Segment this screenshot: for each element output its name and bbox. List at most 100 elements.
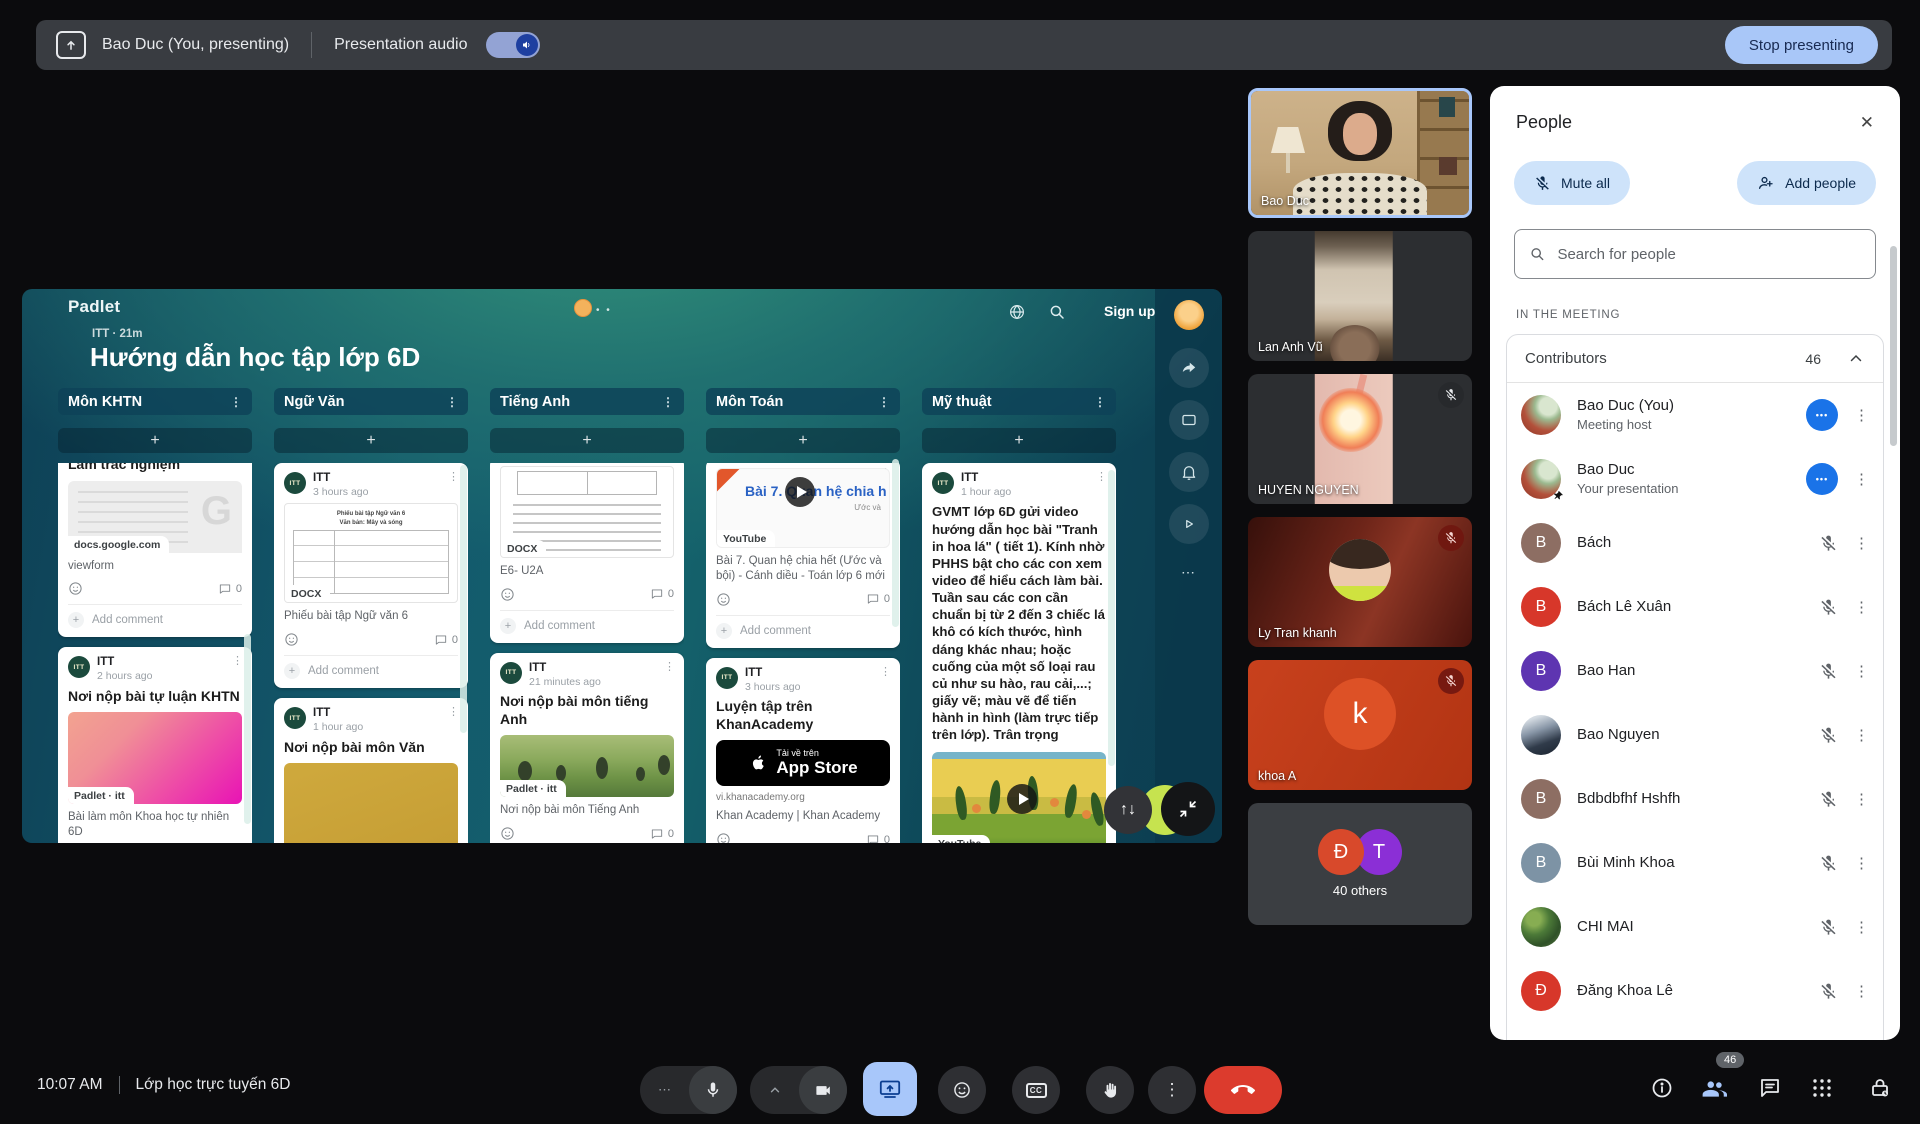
camera-control[interactable]: [750, 1066, 847, 1114]
audio-indicator-button[interactable]: •••: [1806, 399, 1838, 431]
video-tile-bao-duc[interactable]: Bao Duc: [1248, 88, 1472, 218]
add-post-bar[interactable]: +: [706, 428, 900, 453]
mic-control[interactable]: ⋯: [640, 1066, 737, 1114]
post-image[interactable]: [284, 763, 458, 843]
card-menu-icon[interactable]: ⋮: [664, 660, 675, 673]
activities-button[interactable]: [1810, 1076, 1834, 1100]
scroll-presentation-button[interactable]: ↑↓: [1104, 786, 1152, 834]
more-options-icon[interactable]: ⋮: [1854, 470, 1869, 488]
padlet-avatar[interactable]: [1174, 300, 1204, 330]
captions-button[interactable]: CC: [1012, 1066, 1060, 1114]
share-icon[interactable]: [1169, 348, 1209, 388]
participant-row[interactable]: Bao Duc (You)Meeting host •••⋮: [1507, 383, 1883, 447]
column-header[interactable]: Môn KHTN ⋮: [58, 388, 252, 415]
document-preview[interactable]: Phiếu bài tập Ngữ văn 6Văn bản: Mây và s…: [284, 503, 458, 603]
board-icon[interactable]: [1169, 400, 1209, 440]
column-scrollbar[interactable]: [460, 465, 467, 733]
play-button[interactable]: [785, 477, 815, 507]
signup-button[interactable]: Sign up: [1104, 303, 1155, 319]
search-box[interactable]: [1514, 229, 1876, 279]
present-button-active[interactable]: [863, 1062, 917, 1116]
document-preview[interactable]: DOCX: [500, 466, 674, 558]
post-card[interactable]: ⋮ ITT ITT3 hours ago Phiếu bài tập Ngữ v…: [274, 463, 468, 688]
add-post-bar[interactable]: +: [58, 428, 252, 453]
add-post-bar[interactable]: +: [274, 428, 468, 453]
card-menu-icon[interactable]: ⋮: [448, 470, 459, 483]
post-card[interactable]: ⋮ ITT ITT1 hour ago Nơi nộp bài môn Văn: [274, 698, 468, 843]
overflow-participants-tile[interactable]: Đ T 40 others: [1248, 803, 1472, 925]
reaction-smiley-icon[interactable]: [716, 592, 731, 607]
video-tile-huyen-nguyen[interactable]: HUYEN NGUYEN: [1248, 374, 1472, 504]
play-button[interactable]: [1007, 784, 1037, 814]
column-menu-icon[interactable]: ⋮: [446, 395, 458, 409]
mic-icon[interactable]: [689, 1066, 737, 1114]
more-options-button[interactable]: ⋮: [1148, 1066, 1196, 1114]
participant-row[interactable]: B Bách Lê Xuân ⋮: [1507, 575, 1883, 639]
add-comment-field[interactable]: +Add comment: [68, 604, 242, 628]
audio-indicator-button[interactable]: •••: [1806, 463, 1838, 495]
more-options-icon[interactable]: ⋯: [1181, 564, 1196, 581]
mic-options-icon[interactable]: ⋯: [640, 1066, 689, 1114]
column-header[interactable]: Môn Toán ⋮: [706, 388, 900, 415]
column-header[interactable]: Tiếng Anh ⋮: [490, 388, 684, 415]
more-options-icon[interactable]: ⋮: [1854, 598, 1869, 616]
card-menu-icon[interactable]: ⋮: [232, 654, 243, 667]
video-preview[interactable]: YouTube: [932, 752, 1106, 843]
post-card[interactable]: Làm trắc nghiệm G docs.google.com viewfo…: [58, 463, 252, 637]
participant-row[interactable]: B Bdbdbfhf Hshfh ⋮: [1507, 767, 1883, 831]
slideshow-icon[interactable]: [1169, 504, 1209, 544]
reaction-smiley-icon[interactable]: [716, 832, 731, 843]
reaction-smiley-icon[interactable]: [68, 581, 83, 596]
participant-row[interactable]: Đ Đăng Khoa Lê ⋮: [1507, 959, 1883, 1023]
reaction-smiley-icon[interactable]: [500, 587, 515, 602]
participant-row[interactable]: B Bao Han ⋮: [1507, 639, 1883, 703]
video-tile-ly-tran-khanh[interactable]: Ly Tran khanh: [1248, 517, 1472, 647]
participant-row[interactable]: CHI MAI ⋮: [1507, 895, 1883, 959]
stop-presenting-button[interactable]: Stop presenting: [1725, 26, 1878, 64]
column-header[interactable]: Ngữ Văn ⋮: [274, 388, 468, 415]
participant-row[interactable]: B Bùi Minh Khoa ⋮: [1507, 831, 1883, 895]
column-scrollbar[interactable]: [892, 459, 899, 627]
video-preview[interactable]: Bài 7. Quan hệ chia h Ước và YouTube: [716, 468, 890, 548]
more-options-icon[interactable]: ⋮: [1854, 790, 1869, 808]
reaction-smiley-icon[interactable]: [500, 826, 515, 841]
bell-icon[interactable]: [1169, 452, 1209, 492]
more-options-icon[interactable]: ⋮: [1854, 406, 1869, 424]
column-menu-icon[interactable]: ⋮: [878, 395, 890, 409]
post-card[interactable]: ⋮ ITT ITT1 hour ago GVMT lớp 6D gửi vide…: [922, 463, 1116, 843]
camera-options-chevron-icon[interactable]: [750, 1066, 799, 1114]
column-scrollbar[interactable]: [1108, 470, 1115, 766]
add-comment-field[interactable]: +Add comment: [284, 655, 458, 679]
reactions-button[interactable]: [938, 1066, 986, 1114]
video-tile-lan-anh-vu[interactable]: Lan Anh Vũ: [1248, 231, 1472, 361]
column-menu-icon[interactable]: ⋮: [230, 395, 242, 409]
leave-call-button[interactable]: [1204, 1066, 1282, 1114]
host-controls-button[interactable]: [1868, 1076, 1892, 1100]
chat-button[interactable]: [1758, 1076, 1782, 1100]
meeting-details-button[interactable]: [1650, 1076, 1674, 1100]
add-post-bar[interactable]: +: [922, 428, 1116, 453]
participant-row[interactable]: B Bách ⋮: [1507, 511, 1883, 575]
exit-fullscreen-button[interactable]: [1161, 782, 1215, 836]
column-scrollbar[interactable]: [244, 634, 251, 824]
post-card[interactable]: ⋮ ITT ITT21 minutes ago Nơi nộp bài môn …: [490, 653, 684, 843]
globe-icon[interactable]: [1008, 303, 1026, 321]
panel-scrollbar[interactable]: [1890, 246, 1897, 446]
more-options-icon[interactable]: ⋮: [1854, 982, 1869, 1000]
more-options-icon[interactable]: ⋮: [1854, 534, 1869, 552]
add-post-bar[interactable]: +: [490, 428, 684, 453]
close-icon[interactable]: ✕: [1860, 113, 1874, 133]
column-menu-icon[interactable]: ⋮: [662, 395, 674, 409]
presentation-audio-toggle[interactable]: [486, 32, 540, 58]
add-people-button[interactable]: Add people: [1737, 161, 1876, 205]
app-store-badge[interactable]: Tải về trênApp Store: [716, 740, 890, 786]
more-options-icon[interactable]: ⋮: [1854, 854, 1869, 872]
more-options-icon[interactable]: ⋮: [1854, 918, 1869, 936]
post-card[interactable]: DOCX E6- U2A 0 +Add comment: [490, 463, 684, 643]
card-menu-icon[interactable]: ⋮: [1096, 470, 1107, 483]
post-image[interactable]: Padlet · itt: [500, 735, 674, 797]
contributors-header[interactable]: Contributors 46: [1507, 335, 1883, 383]
card-menu-icon[interactable]: ⋮: [880, 665, 891, 678]
post-card[interactable]: ⋮ ITT ITT2 hours ago Nơi nộp bài tự luận…: [58, 647, 252, 843]
participant-row[interactable]: Bao Nguyen ⋮: [1507, 703, 1883, 767]
